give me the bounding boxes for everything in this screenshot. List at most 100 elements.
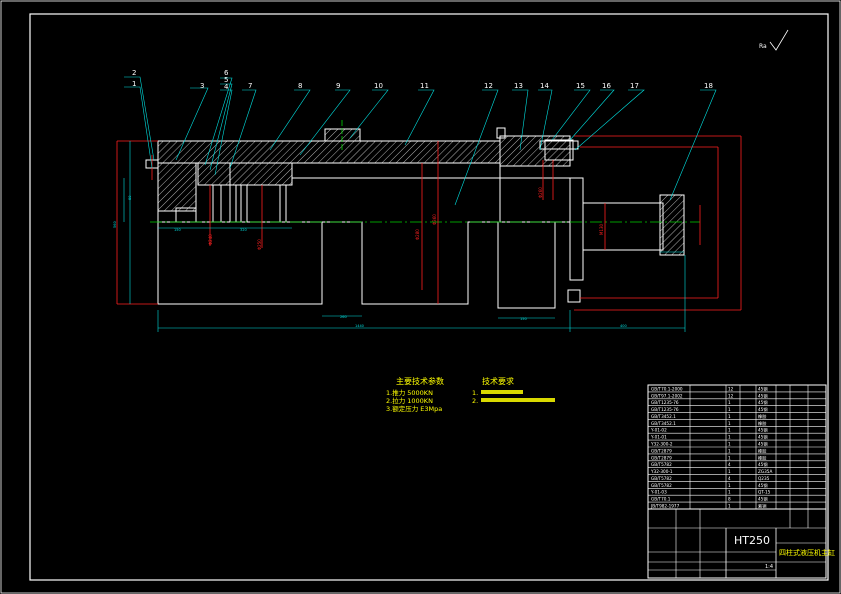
svg-text:320: 320 bbox=[240, 228, 247, 232]
svg-text:80: 80 bbox=[128, 196, 132, 200]
bom-material: 45钢 bbox=[758, 461, 768, 468]
svg-text:560: 560 bbox=[113, 221, 117, 228]
svg-text:1440: 1440 bbox=[355, 324, 364, 328]
bom-code: Y-01-02 bbox=[650, 428, 667, 433]
bom-code: Y32-300-1 bbox=[650, 469, 673, 474]
balloon-15: 15 bbox=[576, 82, 585, 90]
bom-material: 45钢 bbox=[758, 392, 768, 399]
bom-code: GB/T97.1-2002 bbox=[651, 393, 683, 398]
bom-material: Q235 bbox=[758, 476, 770, 481]
bom-code: GB/T3452.1 bbox=[651, 421, 676, 426]
bom-material: 橡胶 bbox=[758, 447, 766, 454]
step-block bbox=[499, 177, 571, 223]
bom-material: 45钢 bbox=[758, 482, 768, 489]
bom-qty: 1 bbox=[728, 421, 731, 426]
bom-qty: 12 bbox=[728, 386, 734, 391]
bom-code: GB/T3452.1 bbox=[651, 414, 676, 419]
bom-material: 45钢 bbox=[758, 399, 768, 406]
param-2: 2.拉力 1000KN bbox=[386, 396, 433, 405]
piston-gland bbox=[197, 162, 231, 186]
main-cylinder-view: Φ280 Φ360 Φ240 Φ250 Φ260 M130 1440 400 2… bbox=[113, 69, 742, 332]
bom-material: QT-15 bbox=[758, 490, 771, 495]
bom-material: 45钢 bbox=[758, 496, 768, 503]
bom-qty: 1 bbox=[728, 469, 731, 474]
balloon-11: 11 bbox=[420, 82, 429, 90]
bom-code: GB/T5782 bbox=[651, 462, 672, 467]
piston-block bbox=[229, 162, 293, 186]
balloon-17: 17 bbox=[630, 82, 639, 90]
balloon-8: 8 bbox=[298, 82, 302, 90]
balloon-10: 10 bbox=[374, 82, 383, 90]
surface-finish-icon: Ra bbox=[759, 29, 789, 51]
bom-qty: 1 bbox=[728, 435, 731, 440]
bom-code: GB/T70.1 bbox=[651, 497, 671, 502]
bom-material: 紫铜 bbox=[758, 502, 766, 509]
balloon-2: 2 bbox=[132, 69, 136, 77]
material-label: HT250 bbox=[734, 534, 770, 547]
svg-text:150: 150 bbox=[174, 228, 181, 232]
bom-qty: 4 bbox=[728, 462, 731, 467]
bom-qty: 4 bbox=[728, 476, 731, 481]
bom-qty: 8 bbox=[728, 497, 731, 502]
bom-code: JB/T982-1977 bbox=[650, 503, 680, 508]
bom-code: GB/T1235-76 bbox=[651, 400, 679, 405]
bom-qty: 1 bbox=[728, 407, 731, 412]
balloon-numbers: 2 1 3 6 5 4 7 8 9 10 11 12 13 14 15 16 1… bbox=[132, 69, 713, 91]
bom-material: 45钢 bbox=[758, 440, 768, 447]
rod-end bbox=[582, 202, 664, 251]
bom-material: 橡胶 bbox=[758, 454, 766, 461]
svg-text:Ra: Ra bbox=[759, 43, 767, 50]
bom-qty: 1 bbox=[728, 503, 731, 508]
req-2-marker: 2. bbox=[472, 397, 478, 405]
bom-qty: 1 bbox=[728, 455, 731, 460]
red-dim-labels: Φ280 Φ360 Φ240 Φ250 Φ260 M130 bbox=[208, 187, 604, 250]
balloon-13: 13 bbox=[514, 82, 523, 90]
svg-text:Φ280: Φ280 bbox=[415, 229, 420, 240]
bom-qty: 1 bbox=[728, 400, 731, 405]
bom-qty: 1 bbox=[728, 414, 731, 419]
param-3: 3.额定压力 E3Mpa bbox=[386, 404, 442, 413]
bom-code: Y-01-03 bbox=[650, 490, 667, 495]
bom-material: 45钢 bbox=[758, 434, 768, 441]
bom-material: 橡胶 bbox=[758, 420, 766, 427]
cylinder-head bbox=[157, 162, 197, 212]
svg-text:260: 260 bbox=[340, 315, 347, 319]
bom-qty: 1 bbox=[728, 448, 731, 453]
svg-text:Φ360: Φ360 bbox=[432, 214, 437, 225]
balloon-1: 1 bbox=[132, 80, 136, 88]
drawing-name: 四柱式液压机主缸 bbox=[779, 548, 835, 557]
bom-code: GB/T5782 bbox=[651, 476, 672, 481]
req-1-line bbox=[481, 390, 523, 394]
svg-text:150: 150 bbox=[520, 317, 527, 321]
svg-text:Φ260: Φ260 bbox=[538, 187, 543, 198]
balloon-7: 7 bbox=[248, 82, 252, 90]
svg-text:Φ250: Φ250 bbox=[257, 239, 262, 250]
bom-qty: 1 bbox=[728, 428, 731, 433]
bom-code: GB/T2879 bbox=[651, 455, 672, 460]
bom-material: 橡胶 bbox=[758, 413, 766, 420]
param-1: 1.推力 5000KN bbox=[386, 388, 433, 397]
balloon-16: 16 bbox=[602, 82, 611, 90]
balloon-12: 12 bbox=[484, 82, 493, 90]
rod-nut bbox=[659, 194, 685, 256]
svg-text:Φ240: Φ240 bbox=[208, 234, 213, 245]
tech-params: 主要技术参数 1.推力 5000KN 2.拉力 1000KN 3.额定压力 E3… bbox=[386, 376, 444, 413]
bom-table: GB/T70.1-2000 12 45钢 GB/T97.1-2002 12 45钢 GB/T… bbox=[647, 384, 827, 510]
svg-text:400: 400 bbox=[620, 324, 627, 328]
bom-qty: 1 bbox=[728, 441, 731, 446]
bolt-bottom bbox=[567, 289, 581, 303]
scale-value: 1:4 bbox=[765, 564, 773, 570]
bom-material: 45钢 bbox=[758, 385, 768, 392]
bom-code: Y32-300-2 bbox=[650, 441, 673, 446]
seal-groove-2 bbox=[229, 184, 237, 223]
req-title: 技术要求 bbox=[482, 376, 514, 386]
bom-code: GB/T2879 bbox=[651, 448, 672, 453]
balloon-9: 9 bbox=[336, 82, 340, 90]
params-title: 主要技术参数 bbox=[396, 376, 444, 386]
title-block: HT250 四柱式液压机主缸 1:4 bbox=[647, 508, 835, 579]
balloon-18: 18 bbox=[704, 82, 713, 90]
engineering-drawing: Ra Φ280 Φ360 Φ240 Φ250 Φ260 M130 1440 40… bbox=[0, 0, 841, 594]
svg-text:M130: M130 bbox=[599, 223, 604, 235]
seal-groove-3 bbox=[240, 184, 248, 223]
req-2-line bbox=[481, 398, 555, 402]
